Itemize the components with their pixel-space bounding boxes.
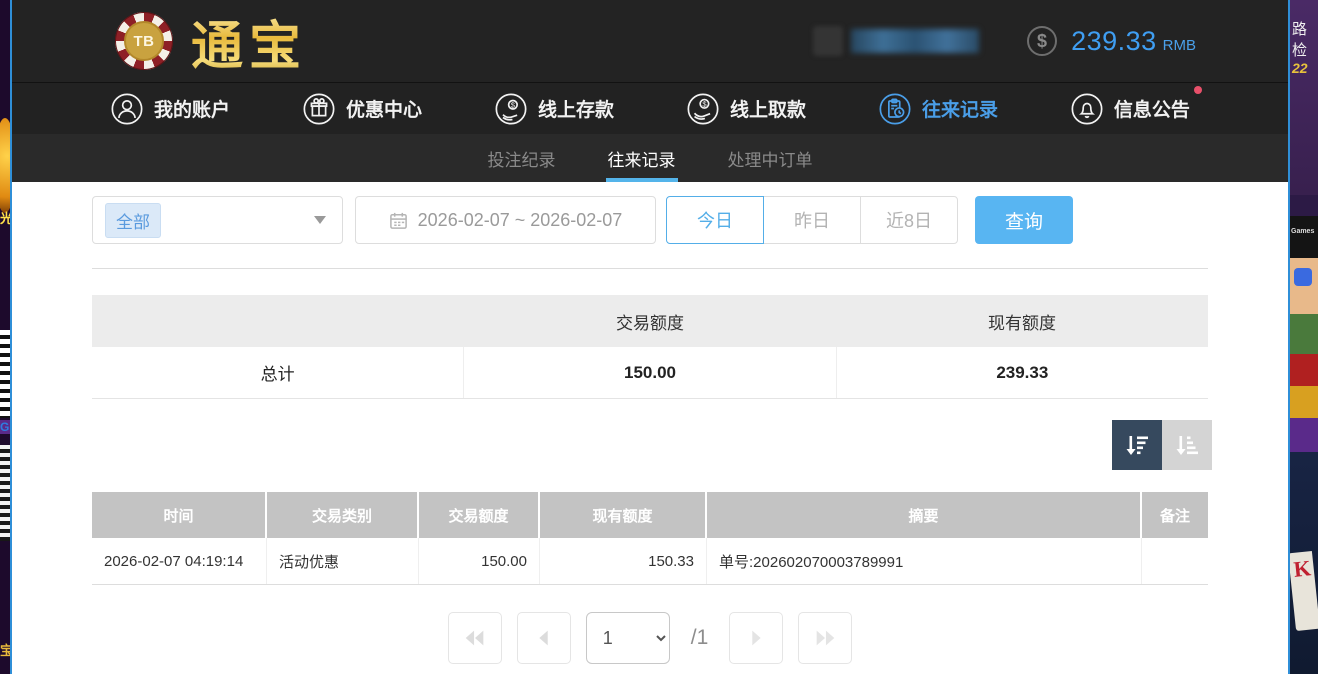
background-app-icon (1294, 268, 1312, 286)
tab-pending-orders[interactable]: 处理中订单 (726, 134, 815, 182)
qr-code-fragment (0, 445, 10, 541)
screen: 光 GR 宝 路检 22 Games K TB 通宝 (0, 0, 1318, 674)
background-text: Games (1291, 228, 1314, 235)
background-text: 22 (1292, 60, 1308, 76)
sort-ascending-icon (1173, 431, 1201, 459)
left-text-fragment: 宝 (0, 640, 10, 659)
summary-header-balance: 现有额度 (836, 295, 1208, 347)
notification-dot-badge (1194, 86, 1202, 94)
records-icon (878, 92, 912, 126)
cell-summary: 单号:202602070003789991 (707, 538, 1142, 584)
col-header-time: 时间 (92, 492, 267, 538)
sort-descending-icon (1123, 431, 1151, 459)
summary-header-row: 交易额度 现有额度 (92, 295, 1208, 347)
tab-bet-records[interactable]: 投注纪录 (486, 134, 558, 182)
yesterday-button[interactable]: 昨日 (763, 196, 861, 244)
last-8-days-button[interactable]: 近8日 (860, 196, 958, 244)
tab-transaction-records[interactable]: 往来记录 (606, 134, 678, 182)
nav-item-promotions[interactable]: 优惠中心 (302, 92, 422, 126)
left-text-fragment: 光 (0, 208, 10, 227)
summary-total-label: 总计 (92, 347, 463, 398)
total-pages-label: /1 (691, 626, 709, 650)
username-redacted (851, 29, 979, 53)
brand-name: 通宝 (191, 4, 307, 79)
page-select[interactable]: 1 (586, 612, 670, 664)
col-header-balance: 现有额度 (540, 492, 707, 538)
nav-item-announcements[interactable]: 信息公告 (1070, 92, 1190, 126)
right-arrow-icon (743, 625, 769, 651)
calendar-icon (389, 211, 408, 230)
poker-chip-logo-icon: TB (115, 12, 173, 70)
date-range-value: 2026-02-07 ~ 2026-02-07 (418, 210, 623, 231)
cell-note (1142, 538, 1208, 584)
table-row: 2026-02-07 04:19:14 活动优惠 150.00 150.33 单… (92, 538, 1208, 585)
last-page-button[interactable] (798, 612, 852, 664)
summary-header-amount: 交易额度 (464, 295, 836, 347)
content-area: 全部 2026-02-07 ~ 2026-02-07 今日 昨日 近8日 查询 (12, 182, 1288, 674)
left-arrow-icon (531, 625, 557, 651)
search-button[interactable]: 查询 (975, 196, 1073, 244)
cell-type: 活动优惠 (267, 538, 419, 584)
avatar (813, 26, 843, 56)
cell-balance: 150.33 (540, 538, 707, 584)
summary-total-balance: 239.33 (836, 347, 1208, 398)
window-border-right (1288, 0, 1290, 674)
col-header-note: 备注 (1142, 492, 1208, 538)
gift-icon (302, 92, 336, 126)
record-subtabs: 投注纪录 往来记录 处理中订单 (12, 134, 1288, 182)
nav-item-withdraw[interactable]: $ 线上取款 (686, 92, 806, 126)
nav-item-deposit[interactable]: $ 线上存款 (494, 92, 614, 126)
nav-item-my-account[interactable]: 我的账户 (110, 92, 230, 126)
summary-table: 交易额度 现有额度 总计 150.00 239.33 (92, 295, 1208, 399)
sort-controls (1112, 420, 1212, 470)
section-divider (92, 268, 1208, 269)
summary-total-amount: 150.00 (463, 347, 835, 398)
window-border-left (10, 0, 12, 674)
double-right-arrow-icon (812, 625, 838, 651)
bell-icon (1070, 92, 1104, 126)
left-text-fragment: GR (0, 420, 10, 434)
records-table: 时间 交易类别 交易额度 现有额度 摘要 备注 2026-02-07 04:19… (92, 492, 1208, 585)
background-banner (1290, 418, 1318, 452)
left-background-strip: 光 GR 宝 (0, 0, 10, 674)
right-background-strip: 路检 22 Games K (1290, 0, 1318, 674)
transaction-type-select[interactable]: 全部 (92, 196, 343, 244)
main-navigation: 我的账户 优惠中心 $ 线上存款 $ (12, 82, 1288, 134)
cell-amount: 150.00 (419, 538, 540, 584)
qr-code-fragment (0, 330, 10, 418)
background-bar (1290, 216, 1318, 258)
pagination: 1 /1 (12, 612, 1288, 664)
brand-logo[interactable]: TB 通宝 (115, 4, 307, 79)
col-header-type: 交易类别 (267, 492, 419, 538)
col-header-summary: 摘要 (707, 492, 1142, 538)
col-header-amount: 交易额度 (419, 492, 540, 538)
user-icon (110, 92, 144, 126)
main-window: TB 通宝 $ 239.33 RMB 我的账户 (12, 0, 1288, 674)
top-bar: TB 通宝 $ 239.33 RMB (12, 0, 1288, 82)
double-left-arrow-icon (462, 625, 488, 651)
nav-item-transaction-records[interactable]: 往来记录 (878, 92, 998, 126)
cell-time: 2026-02-07 04:19:14 (92, 538, 267, 584)
sort-ascending-button[interactable] (1162, 420, 1212, 470)
user-zone: $ 239.33 RMB (813, 26, 1196, 57)
background-text: 路检 (1292, 18, 1318, 60)
summary-header-empty (92, 295, 464, 347)
deposit-icon: $ (494, 92, 528, 126)
dollar-coin-icon: $ (1027, 26, 1057, 56)
balance-currency: RMB (1163, 29, 1196, 54)
date-range-input[interactable]: 2026-02-07 ~ 2026-02-07 (355, 196, 656, 244)
first-page-button[interactable] (448, 612, 502, 664)
balance-amount: 239.33 (1071, 26, 1157, 57)
previous-page-button[interactable] (517, 612, 571, 664)
withdraw-icon: $ (686, 92, 720, 126)
next-page-button[interactable] (729, 612, 783, 664)
records-header-row: 时间 交易类别 交易额度 现有额度 摘要 备注 (92, 492, 1208, 538)
quick-date-button-group: 今日 昨日 近8日 (666, 196, 958, 244)
selected-type-chip: 全部 (105, 203, 161, 238)
left-gold-decoration (0, 118, 10, 213)
today-button[interactable]: 今日 (666, 196, 764, 244)
summary-total-row: 总计 150.00 239.33 (92, 347, 1208, 399)
chevron-down-icon (314, 216, 326, 224)
sort-descending-button[interactable] (1112, 420, 1162, 470)
